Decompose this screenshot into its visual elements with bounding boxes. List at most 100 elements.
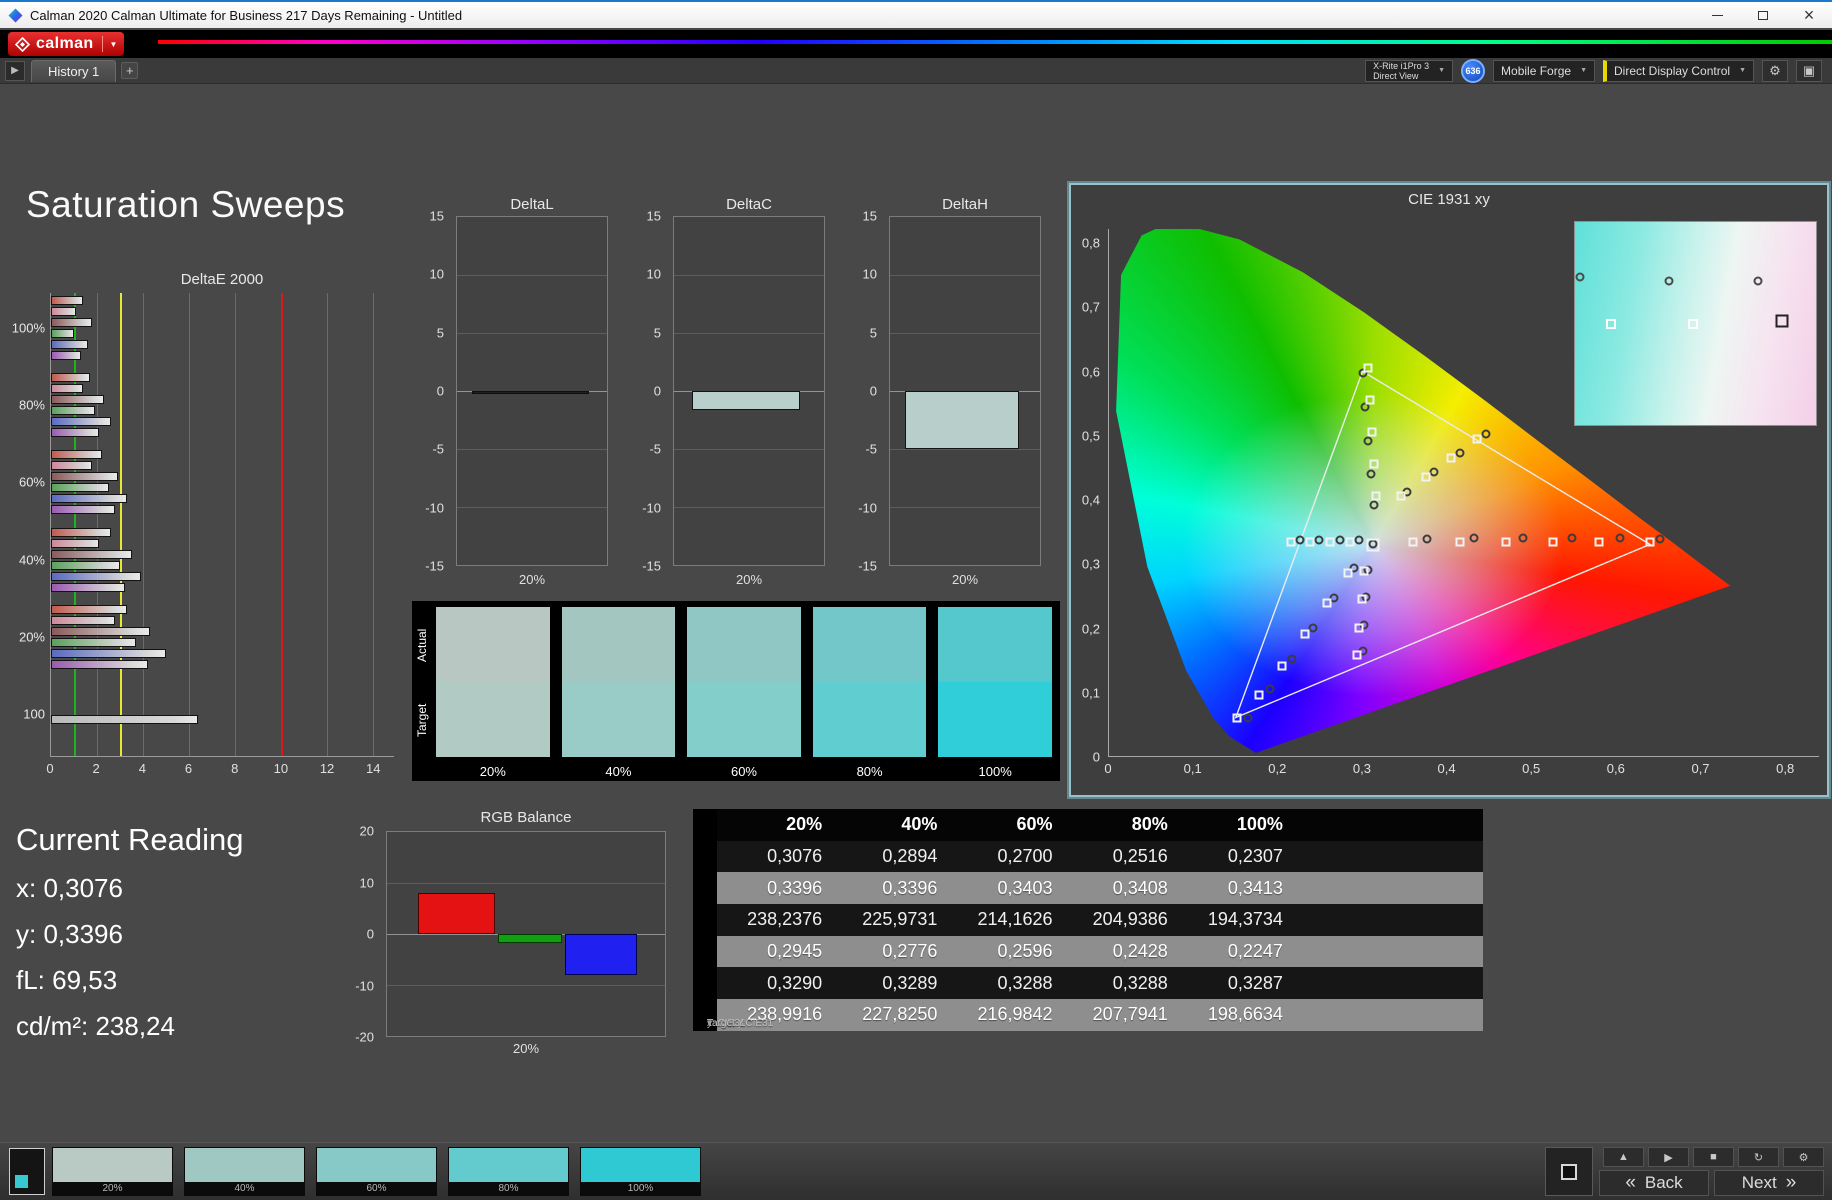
swatch-column <box>687 607 801 757</box>
target-point <box>1305 537 1315 547</box>
target-point <box>1343 568 1353 578</box>
tick-label: 0 <box>366 926 374 942</box>
target-point <box>1300 629 1310 639</box>
gear-button[interactable]: ⚙ <box>1783 1147 1824 1167</box>
history-panel-button[interactable]: ▶ <box>5 60 25 81</box>
target-swatch <box>687 682 801 757</box>
source-dropdown[interactable]: Mobile Forge ▼ <box>1493 59 1596 82</box>
target-point <box>1446 453 1456 463</box>
settings-button[interactable]: ⚙ <box>1762 59 1788 82</box>
add-tab-button[interactable]: + <box>121 62 139 79</box>
saturation-tile[interactable]: 20% <box>52 1147 173 1196</box>
bar <box>51 604 127 614</box>
reading-fl: fL: 69,53 <box>16 965 118 995</box>
tick-label: 0,5 <box>1522 761 1541 776</box>
tick-label: -5 <box>649 441 661 457</box>
deltae-plot <box>50 293 394 757</box>
target-point <box>1365 395 1375 405</box>
tick-label: 0,1 <box>1183 761 1202 776</box>
target-point <box>1345 537 1355 547</box>
swatch-columns <box>436 607 1052 757</box>
minimize-button[interactable] <box>1694 2 1740 28</box>
eject-button[interactable]: ▲ <box>1603 1147 1644 1167</box>
tab-bar: ▶ History 1 + X-Rite i1Pro 3 Direct View… <box>0 58 1832 84</box>
reference-line <box>120 293 123 756</box>
tile-label: 40% <box>234 1183 255 1194</box>
chart-title: CIE 1931 xy <box>1408 191 1490 208</box>
gridline <box>457 333 607 334</box>
header-cell: 40% <box>901 814 938 835</box>
back-button[interactable]: « Back <box>1599 1170 1709 1196</box>
display-control-dropdown[interactable]: Direct Display Control ▼ <box>1603 59 1754 82</box>
bar <box>51 494 127 504</box>
tile-swatch <box>185 1148 304 1182</box>
tick-label: -10 <box>425 500 444 516</box>
actual-swatch <box>812 607 927 682</box>
table-cell: 0,2307 <box>1227 846 1283 867</box>
display-mode-button[interactable] <box>1545 1147 1593 1196</box>
gridline <box>387 883 665 884</box>
app-window: Calman 2020 Calman Ultimate for Business… <box>0 0 1832 1200</box>
target-swatch <box>938 682 1052 757</box>
saturation-tile[interactable]: 40% <box>184 1147 305 1196</box>
gridline <box>457 275 607 276</box>
cie-y-axis: 0 0,1 0,2 0,3 0,4 0,5 0,6 0,7 0,8 <box>1071 229 1105 765</box>
window-title: Calman 2020 Calman Ultimate for Business… <box>30 7 463 23</box>
actual-swatch <box>436 607 550 682</box>
swatch-column <box>938 607 1052 757</box>
play-button[interactable]: ▶ <box>1648 1147 1689 1167</box>
actual-row-label: Actual <box>415 628 429 662</box>
bottom-toolbar: 20% 40% 60% 80% 100% ▲ ▶ ■ ↻ ⚙ « Back Ne… <box>0 1142 1832 1200</box>
target-point <box>1352 650 1362 660</box>
saturation-tile[interactable]: 60% <box>316 1147 437 1196</box>
meter-name: X-Rite i1Pro 3 <box>1373 60 1430 71</box>
calman-menu-button[interactable]: calman ▼ <box>8 32 125 56</box>
target-point <box>1455 537 1465 547</box>
target-swatch <box>812 682 927 757</box>
tick-label: -15 <box>642 558 661 574</box>
target-point <box>1325 537 1335 547</box>
saturation-tile[interactable]: 80% <box>448 1147 569 1196</box>
layout-button[interactable]: ▣ <box>1796 59 1822 82</box>
target-point <box>1421 472 1431 482</box>
chart-title: DeltaC <box>726 196 772 213</box>
tile-swatch <box>53 1148 172 1182</box>
swatch-column <box>812 607 927 757</box>
target-point <box>1286 537 1296 547</box>
deltae-x-axis: 0 2 4 6 8 10 12 14 <box>46 761 394 779</box>
table-cell: 0,2247 <box>1227 941 1283 962</box>
target-point <box>1254 690 1264 700</box>
tile-label: 100% <box>627 1183 654 1194</box>
bar <box>51 417 111 427</box>
table-cell: 0,3396 <box>767 877 823 898</box>
page-indicator-tile[interactable] <box>9 1148 45 1195</box>
tick-label: 5 <box>869 325 877 341</box>
current-reading-title: Current Reading <box>16 822 244 857</box>
close-button[interactable]: × <box>1786 2 1832 28</box>
tab-history-1[interactable]: History 1 <box>31 59 117 82</box>
table-cell: 204,9386 <box>1092 909 1168 930</box>
refresh-button[interactable]: ↻ <box>1738 1147 1779 1167</box>
stop-button[interactable]: ■ <box>1693 1147 1734 1167</box>
tick-label: 10 <box>359 875 374 890</box>
tick-label: 5 <box>436 325 444 341</box>
plot-area <box>889 216 1041 566</box>
tick-label: -10 <box>642 500 661 516</box>
table-cell: 0,2428 <box>1112 941 1168 962</box>
cie-zoom-inset <box>1574 221 1817 426</box>
gridline <box>890 333 1040 334</box>
cie-1931-panel[interactable]: CIE 1931 xy 0 0,1 0,2 0,3 0,4 0,5 0,6 0,7 0,8 00… <box>1069 183 1829 797</box>
bar <box>51 615 116 625</box>
bar <box>51 714 199 724</box>
saturation-tile[interactable]: 100% <box>580 1147 701 1196</box>
next-button[interactable]: Next » <box>1714 1170 1824 1196</box>
display-control-label: Direct Display Control <box>1614 63 1731 78</box>
target-point <box>1501 537 1511 547</box>
meter-dropdown[interactable]: X-Rite i1Pro 3 Direct View ▼ <box>1365 59 1454 82</box>
table-cell: 0,3413 <box>1227 877 1283 898</box>
deltah-chart: DeltaH 15 10 5 0 -5 -10 -15 20% <box>841 196 1047 600</box>
target-row-label: Target <box>415 703 429 737</box>
maximize-button[interactable] <box>1740 2 1786 28</box>
bar <box>51 461 93 471</box>
bar <box>51 395 104 405</box>
